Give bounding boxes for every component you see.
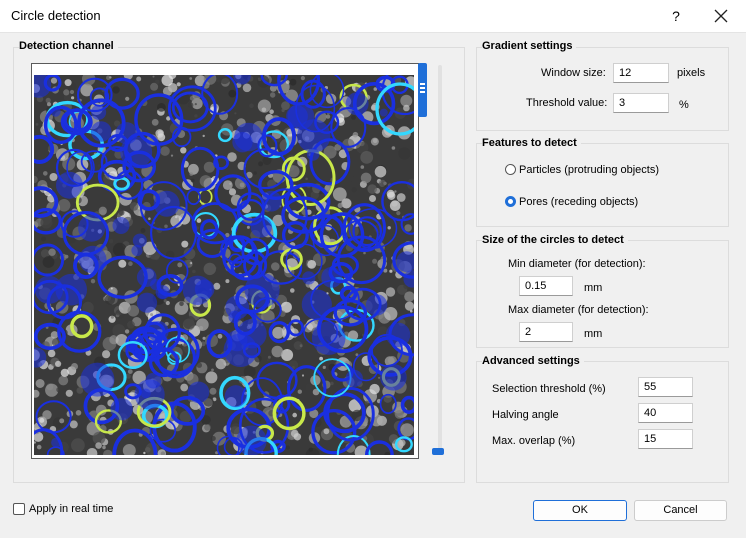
apply-realtime-checkbox[interactable] — [13, 503, 25, 515]
zoom-slider-top-thumb[interactable] — [418, 63, 427, 117]
pores-radio-label[interactable]: Pores (receding objects) — [519, 196, 638, 208]
max-overlap-input[interactable]: 15 — [638, 429, 693, 449]
gradient-settings-group — [476, 47, 729, 131]
close-button[interactable] — [706, 4, 736, 28]
features-to-detect-group — [476, 143, 729, 227]
selection-threshold-input[interactable]: 55 — [638, 377, 693, 397]
apply-realtime-label[interactable]: Apply in real time — [29, 503, 113, 515]
min-diameter-unit: mm — [584, 282, 603, 294]
ok-button[interactable]: OK — [533, 500, 627, 521]
zoom-slider-track[interactable] — [438, 65, 442, 455]
close-icon — [714, 9, 728, 23]
threshold-value-unit: % — [679, 99, 689, 111]
window-size-label: Window size: — [541, 67, 606, 79]
particles-radio[interactable] — [505, 164, 516, 175]
window-size-unit: pixels — [677, 67, 706, 79]
min-diameter-label: Min diameter (for detection): — [508, 258, 646, 270]
pores-radio[interactable] — [505, 196, 516, 207]
advanced-settings-title: Advanced settings — [482, 355, 584, 367]
min-diameter-input[interactable]: 0.15 — [519, 276, 573, 296]
particles-radio-label[interactable]: Particles (protruding objects) — [519, 164, 659, 176]
window-title: Circle detection — [11, 8, 101, 23]
circle-size-group — [476, 240, 729, 348]
threshold-value-input[interactable]: 3 — [613, 93, 669, 113]
title-bar: Circle detection ? — [0, 0, 746, 33]
window-size-input[interactable]: 12 — [613, 63, 669, 83]
halving-angle-input[interactable]: 40 — [638, 403, 693, 423]
max-diameter-input[interactable]: 2 — [519, 322, 573, 342]
zoom-slider-thumb[interactable] — [432, 448, 444, 455]
detection-preview[interactable] — [31, 63, 419, 459]
circle-size-title: Size of the circles to detect — [482, 234, 628, 246]
halving-angle-label: Halving angle — [492, 409, 559, 421]
help-button[interactable]: ? — [664, 4, 688, 28]
max-diameter-label: Max diameter (for detection): — [508, 304, 649, 316]
max-overlap-label: Max. overlap (%) — [492, 435, 576, 447]
detection-preview-image — [34, 75, 414, 455]
cancel-button[interactable]: Cancel — [634, 500, 727, 521]
max-diameter-unit: mm — [584, 328, 603, 340]
threshold-value-label: Threshold value: — [526, 97, 608, 109]
detection-channel-title: Detection channel — [19, 40, 118, 52]
features-to-detect-title: Features to detect — [482, 137, 581, 149]
selection-threshold-label: Selection threshold (%) — [492, 383, 606, 395]
gradient-settings-title: Gradient settings — [482, 40, 577, 52]
